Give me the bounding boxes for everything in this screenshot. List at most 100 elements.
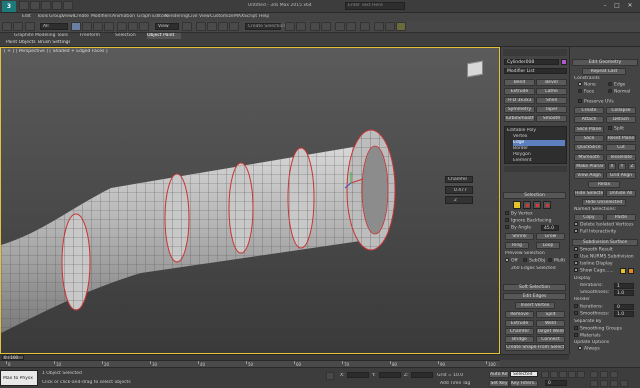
lock-selection-icon[interactable] <box>326 372 334 380</box>
edit-geometry-header[interactable]: Edit Geometry <box>572 59 638 66</box>
x-button[interactable]: X <box>608 163 616 170</box>
preview-subobj-radio[interactable]: SubObj <box>523 258 547 265</box>
rotate-icon[interactable] <box>128 22 138 31</box>
display-smoothness-value[interactable]: 1.0 <box>614 290 634 296</box>
create-shape-button[interactable]: Create Shape From Selection <box>505 344 565 351</box>
x-coord-field[interactable] <box>347 372 369 378</box>
reference-coord-dropdown[interactable]: View <box>155 23 179 30</box>
maximize-button[interactable]: □ <box>612 2 622 10</box>
weld-button[interactable]: Weld <box>536 320 565 327</box>
hide-unselected-button[interactable]: Hide Unselected <box>582 199 626 206</box>
menu-animation[interactable]: Animation <box>112 14 135 20</box>
chamfer-button[interactable]: Chamfer <box>505 328 534 335</box>
smoothing-groups-checkbox[interactable]: Smoothing Groups <box>574 326 638 333</box>
curve-editor-icon[interactable] <box>335 22 345 31</box>
open-icon[interactable] <box>30 1 40 10</box>
spinner-snap-icon[interactable] <box>229 22 239 31</box>
hide-selected-button[interactable]: Hide Selected <box>574 190 604 197</box>
tab-graphite-modeling-tools[interactable]: Graphite Modeling Tools <box>14 33 72 39</box>
set-key-button[interactable]: Set Key <box>489 380 509 387</box>
selection-rollout-header[interactable]: Selection <box>503 192 566 199</box>
subdivision-surface-header[interactable]: Subdivision Surface <box>572 239 638 246</box>
menu-graph-editors[interactable]: Graph Editors <box>137 14 168 20</box>
cut-button[interactable]: Cut <box>606 144 636 151</box>
quickslice-button[interactable]: QuickSlice <box>574 144 604 151</box>
add-time-tag-button[interactable]: Add Time Tag <box>440 381 472 387</box>
angle-snap-icon[interactable] <box>207 22 217 31</box>
close-button[interactable]: ✕ <box>624 2 636 10</box>
by-angle-value[interactable]: 45.0 <box>541 225 559 231</box>
menu-edit[interactable]: Edit <box>22 14 31 20</box>
constraint-normal-radio[interactable]: Normal <box>608 89 636 96</box>
search-field[interactable]: Enter Text Here <box>345 2 405 10</box>
go-to-end-icon[interactable] <box>577 371 585 378</box>
ribbon-toggle-icon[interactable] <box>321 22 331 31</box>
msmooth-button[interactable]: MSmooth <box>574 154 604 161</box>
slice-plane-button[interactable]: Slice Plane <box>574 126 604 133</box>
y-button[interactable]: Y <box>618 163 626 170</box>
object-name-field[interactable]: Cylinder008 <box>504 59 559 65</box>
named-selection-dropdown[interactable]: Create Selection Se <box>245 23 292 30</box>
material-editor-icon[interactable] <box>360 22 370 31</box>
preview-off-radio[interactable]: Off <box>505 258 523 265</box>
materials-checkbox[interactable]: Materials <box>574 333 638 340</box>
tab-selection[interactable]: Selection <box>115 33 139 39</box>
tessellate-button[interactable]: Tessellate <box>606 154 636 161</box>
mesh-model[interactable] <box>1 48 500 354</box>
lathe-modifier-button[interactable]: Lathe <box>536 88 567 95</box>
reset-plane-button[interactable]: Reset Plane <box>606 135 636 142</box>
pivot-icon[interactable] <box>182 22 192 31</box>
shrink-button[interactable]: Shrink <box>505 233 534 240</box>
by-vertex-checkbox[interactable]: By Vertex <box>505 211 565 218</box>
3ds-max-logo-icon[interactable]: 3 <box>2 1 16 12</box>
object-color-swatch[interactable] <box>561 59 567 65</box>
render-smoothness-label[interactable]: Smoothness: <box>574 311 614 318</box>
view-align-button[interactable]: View Align <box>574 172 604 179</box>
auto-key-button[interactable]: Auto Key <box>489 371 509 378</box>
minimize-button[interactable]: – <box>600 2 610 10</box>
prev-frame-icon[interactable] <box>550 371 558 378</box>
soft-selection-header[interactable]: Soft Selection <box>503 284 566 291</box>
turbosmooth-modifier-button[interactable]: TurboSmooth <box>504 115 535 122</box>
ffd-3x3x3-modifier-button[interactable]: FFD 3x3x3 <box>504 97 535 104</box>
vertex-mode-icon[interactable] <box>513 201 521 209</box>
redo-toolbar-icon[interactable] <box>13 22 23 31</box>
cage-color-1[interactable] <box>620 268 626 274</box>
z-button[interactable]: Z <box>628 163 636 170</box>
new-icon[interactable] <box>19 1 29 10</box>
perspective-viewport[interactable]: [ + ] [ Perspective ] [ Shaded + Edged F… <box>0 47 500 354</box>
zoom-all-icon[interactable] <box>600 371 608 378</box>
chamfer-amount-field[interactable]: 0.477 <box>445 186 473 194</box>
align-icon[interactable] <box>296 22 306 31</box>
bridge-button[interactable]: Bridge <box>505 336 534 343</box>
copy-button[interactable]: Copy <box>574 214 604 221</box>
render-smoothness-value[interactable]: 1.0 <box>614 311 634 317</box>
edge-mode-icon[interactable] <box>523 201 531 209</box>
menu-customize[interactable]: Customize <box>210 14 234 20</box>
constraint-edge-radio[interactable]: Edge <box>608 82 636 89</box>
rendered-frame-icon[interactable] <box>385 22 395 31</box>
move-icon[interactable] <box>117 22 127 31</box>
full-interactivity-checkbox[interactable]: Full Interactivity <box>574 229 638 236</box>
tab-object-paint[interactable]: Object Paint <box>147 33 181 39</box>
render-icon[interactable] <box>396 22 406 31</box>
maximize-viewport-icon[interactable] <box>620 380 628 387</box>
split-checkbox[interactable]: Split <box>608 126 636 133</box>
by-angle-checkbox[interactable]: By Angle <box>505 225 541 232</box>
menu-maxscript[interactable]: MAXScript <box>234 14 257 20</box>
border-mode-icon[interactable] <box>533 201 541 209</box>
menu-tools[interactable]: Tools <box>37 14 48 20</box>
brush-settings-panel[interactable]: Brush Settings <box>38 40 70 46</box>
ignore-backfacing-checkbox[interactable]: Ignore Backfacing <box>505 218 565 225</box>
repeat-last-button[interactable]: Repeat Last <box>582 68 626 75</box>
constraint-face-radio[interactable]: Face <box>578 89 606 96</box>
link-icon[interactable] <box>25 22 35 31</box>
save-icon[interactable] <box>41 1 51 10</box>
grid-align-button[interactable]: Grid Align <box>606 172 636 179</box>
menu-civil-view[interactable]: Civil View <box>188 14 210 20</box>
relax-button[interactable]: Relax <box>588 181 620 188</box>
chamfer-segments-field[interactable]: 2 <box>445 196 473 204</box>
menu-help[interactable]: Help <box>259 14 269 20</box>
insert-vertex-button[interactable]: Insert Vertex <box>515 302 555 309</box>
attach-button[interactable]: Attach <box>574 116 604 123</box>
